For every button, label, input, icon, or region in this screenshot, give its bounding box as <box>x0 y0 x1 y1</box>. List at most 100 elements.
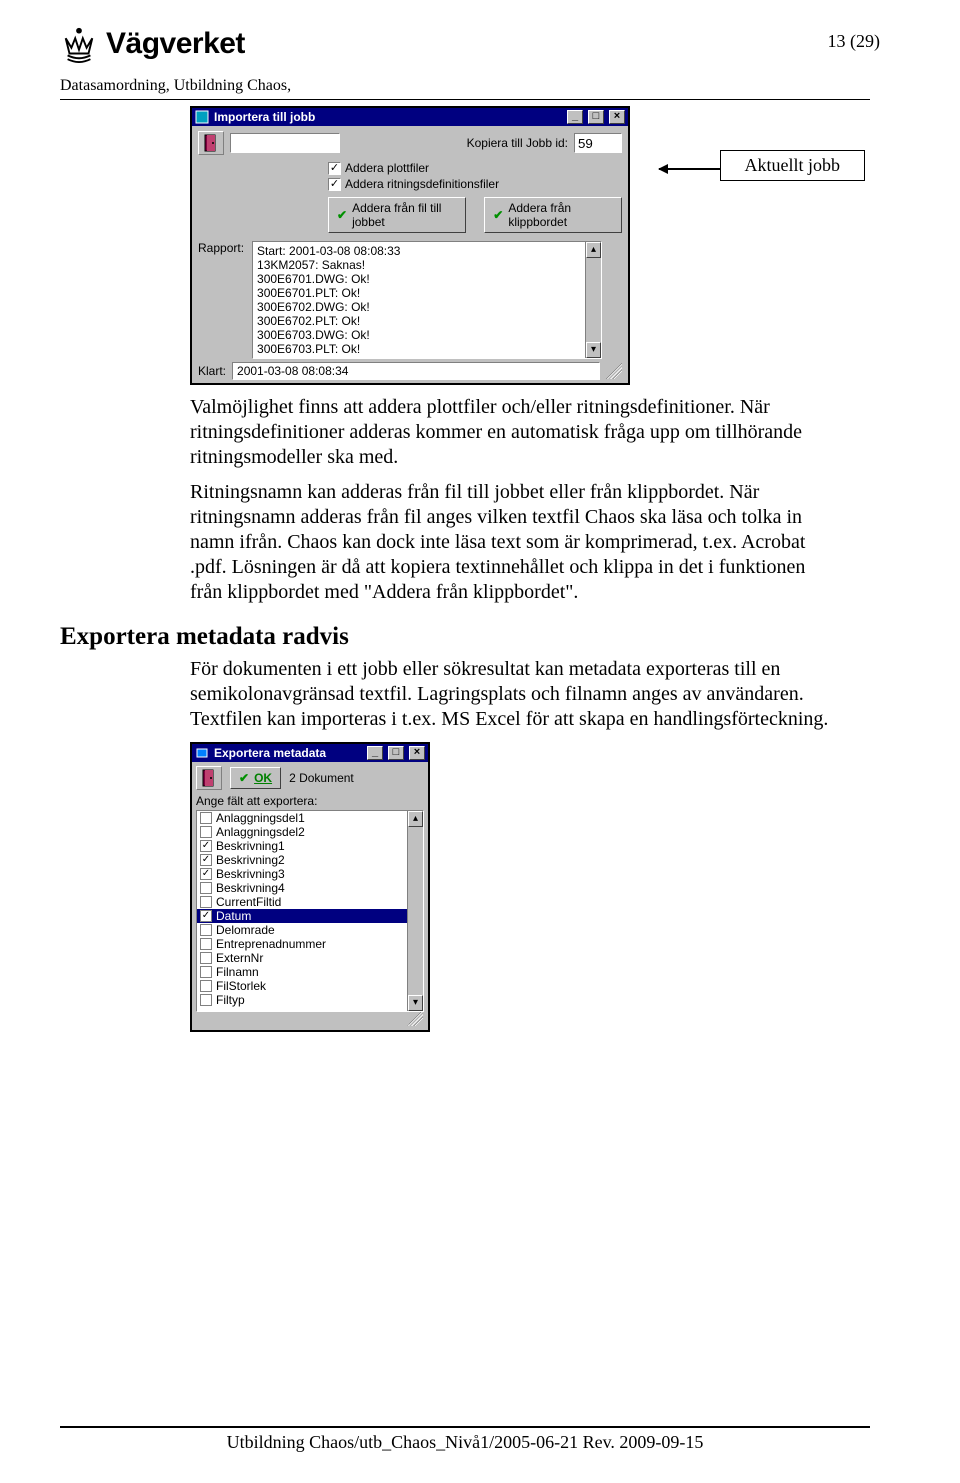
field-list-label: Ange fält att exportera: <box>196 794 424 808</box>
list-item-label: FilStorlek <box>216 979 266 993</box>
check-icon: ✔ <box>337 208 347 222</box>
import-window-titlebar[interactable]: Importera till jobb _ □ × <box>192 108 628 126</box>
close-button[interactable]: × <box>609 110 625 124</box>
listbox-scrollbar[interactable]: ▴ ▾ <box>407 811 423 1011</box>
ok-button[interactable]: ✔ OK <box>230 767 281 789</box>
maximize-button[interactable]: □ <box>388 746 404 760</box>
report-line: 300E6702.PLT: Ok! <box>257 314 597 328</box>
list-item[interactable]: Beskrivning4 <box>197 881 423 895</box>
minimize-button[interactable]: _ <box>567 110 583 124</box>
report-line: 300E6701.DWG: Ok! <box>257 272 597 286</box>
callout-arrow-icon <box>659 168 724 170</box>
add-from-file-label: Addera från fil till jobbet <box>352 201 457 229</box>
report-scrollbar[interactable]: ▴ ▾ <box>585 242 601 358</box>
path-input[interactable] <box>230 133 340 153</box>
door-icon <box>201 769 217 787</box>
list-item-checkbox[interactable] <box>200 812 212 824</box>
page-number: 13 (29) <box>828 31 881 52</box>
logo-block: Vägverket <box>60 25 245 63</box>
vagverket-crown-icon <box>60 25 98 63</box>
list-item-checkbox[interactable] <box>200 966 212 978</box>
add-from-clipboard-button[interactable]: ✔ Addera från klippbordet <box>484 197 622 233</box>
paragraph-1: Valmöjlighet finns att addera plottfiler… <box>190 395 830 470</box>
add-from-clipboard-label: Addera från klippbordet <box>508 201 613 229</box>
list-item-label: ExternNr <box>216 951 263 965</box>
minimize-button[interactable]: _ <box>367 746 383 760</box>
exit-door-button[interactable] <box>198 131 224 155</box>
list-item-label: Beskrivning1 <box>216 839 285 853</box>
list-item-label: Anlaggningsdel1 <box>216 811 305 825</box>
add-defs-checkbox[interactable]: ✓ <box>328 178 341 191</box>
list-item[interactable]: Filnamn <box>197 965 423 979</box>
list-item-label: Filnamn <box>216 965 259 979</box>
field-listbox[interactable]: Anlaggningsdel1Anlaggningsdel2✓Beskrivni… <box>196 810 424 1012</box>
page-header: Vägverket 13 (29) <box>60 25 870 63</box>
add-from-file-button[interactable]: ✔ Addera från fil till jobbet <box>328 197 466 233</box>
add-plotfiles-label: Addera plottfiler <box>345 161 429 175</box>
list-item-checkbox[interactable]: ✓ <box>200 868 212 880</box>
list-item-checkbox[interactable] <box>200 952 212 964</box>
list-item-checkbox[interactable]: ✓ <box>200 910 212 922</box>
list-item[interactable]: ExternNr <box>197 951 423 965</box>
paragraph-2: Ritningsnamn kan adderas från fil till j… <box>190 480 830 605</box>
heading-export: Exportera metadata radvis <box>60 623 870 651</box>
resize-grip-icon[interactable] <box>606 363 622 379</box>
app-icon <box>195 110 209 124</box>
footer-text: Utbildning Chaos/utb_Chaos_Nivå1/2005-06… <box>60 1432 870 1453</box>
list-item[interactable]: Entreprenadnummer <box>197 937 423 951</box>
list-item[interactable]: Delomrade <box>197 923 423 937</box>
list-item[interactable]: CurrentFiltid <box>197 895 423 909</box>
status-value: 2001-03-08 08:08:34 <box>232 362 600 380</box>
scroll-up-icon[interactable]: ▴ <box>586 242 601 258</box>
list-item[interactable]: Anlaggningsdel2 <box>197 825 423 839</box>
export-window: Exportera metadata _ □ × ✔ OK 2 Dokument… <box>190 742 430 1032</box>
report-line: 300E6702.DWG: Ok! <box>257 300 597 314</box>
close-button[interactable]: × <box>409 746 425 760</box>
list-item[interactable]: Filtyp <box>197 993 423 1007</box>
add-plotfiles-checkbox[interactable]: ✓ <box>328 162 341 175</box>
list-item-checkbox[interactable] <box>200 826 212 838</box>
document-count: 2 Dokument <box>289 771 354 785</box>
jobid-input[interactable] <box>574 133 622 153</box>
list-item-label: Delomrade <box>216 923 275 937</box>
list-item-label: Beskrivning3 <box>216 867 285 881</box>
list-item-checkbox[interactable] <box>200 924 212 936</box>
callout-label: Aktuellt jobb <box>720 150 866 181</box>
scroll-up-icon[interactable]: ▴ <box>408 811 423 827</box>
logo-text: Vägverket <box>106 27 245 61</box>
report-line: 300E6701.PLT: Ok! <box>257 286 597 300</box>
exit-door-button[interactable] <box>196 766 222 790</box>
list-item-checkbox[interactable] <box>200 980 212 992</box>
status-label: Klart: <box>198 364 226 378</box>
list-item-checkbox[interactable] <box>200 882 212 894</box>
list-item[interactable]: ✓ Beskrivning1 <box>197 839 423 853</box>
list-item-checkbox[interactable]: ✓ <box>200 854 212 866</box>
list-item-label: Beskrivning4 <box>216 881 285 895</box>
paragraph-3: För dokumenten i ett jobb eller sökresul… <box>190 657 830 732</box>
list-item[interactable]: ✓ Datum <box>197 909 423 923</box>
report-line: 300E6703.PLT: Ok! <box>257 342 597 356</box>
export-window-titlebar[interactable]: Exportera metadata _ □ × <box>192 744 428 762</box>
scroll-down-icon[interactable]: ▾ <box>408 995 423 1011</box>
list-item-label: Anlaggningsdel2 <box>216 825 305 839</box>
list-item-checkbox[interactable] <box>200 938 212 950</box>
add-defs-label: Addera ritningsdefinitionsfiler <box>345 177 499 191</box>
list-item[interactable]: ✓ Beskrivning3 <box>197 867 423 881</box>
check-icon: ✔ <box>493 208 503 222</box>
list-item[interactable]: ✓Beskrivning2 <box>197 853 423 867</box>
import-window: Importera till jobb _ □ × Kopiera till J… <box>190 106 630 385</box>
export-window-title: Exportera metadata <box>214 746 362 760</box>
scroll-down-icon[interactable]: ▾ <box>586 342 601 358</box>
check-icon: ✔ <box>239 771 249 785</box>
list-item-checkbox[interactable] <box>200 994 212 1006</box>
report-textarea[interactable]: Start: 2001-03-08 08:08:3313KM2057: Sakn… <box>252 241 602 359</box>
list-item-checkbox[interactable]: ✓ <box>200 840 212 852</box>
header-rule <box>60 99 870 100</box>
list-item-checkbox[interactable] <box>200 896 212 908</box>
list-item[interactable]: FilStorlek <box>197 979 423 993</box>
resize-grip-icon[interactable] <box>407 1010 423 1026</box>
maximize-button[interactable]: □ <box>588 110 604 124</box>
list-item[interactable]: Anlaggningsdel1 <box>197 811 423 825</box>
app-icon <box>195 746 209 760</box>
list-item-label: Datum <box>216 909 251 923</box>
